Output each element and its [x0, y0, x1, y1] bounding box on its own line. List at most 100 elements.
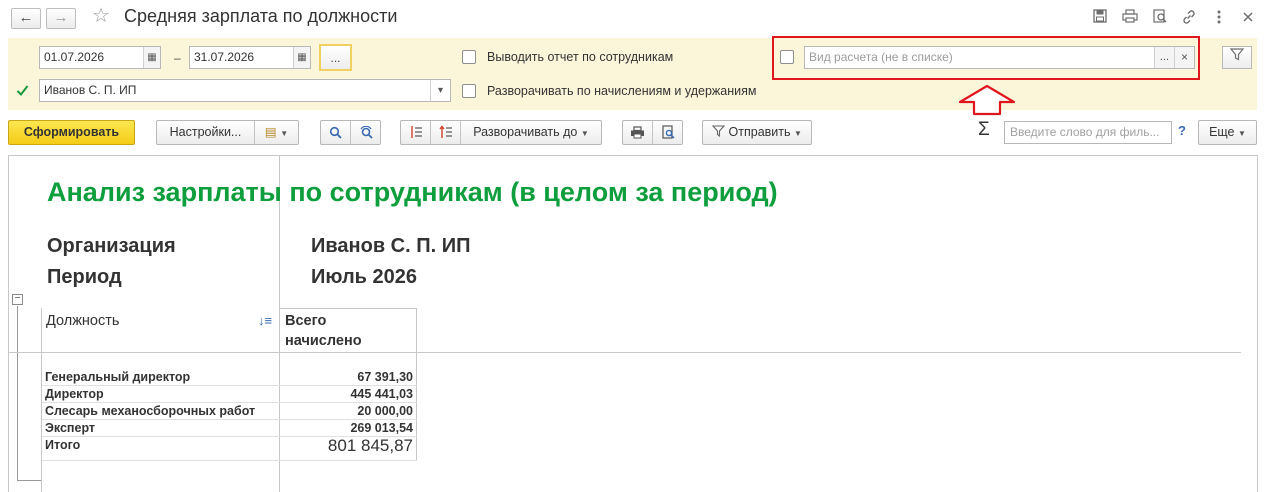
column-header-total-line2: начислено	[285, 333, 362, 349]
search-group	[320, 120, 381, 145]
table-row[interactable]: Генеральный директор 67 391,30	[42, 369, 417, 386]
row-total-value: 445 441,03	[350, 387, 413, 401]
collapse-group-toggle[interactable]: −	[12, 294, 23, 305]
print-group	[622, 120, 683, 145]
calendar-from-button[interactable]: ▦	[143, 47, 160, 68]
calendar-icon: ▦	[147, 52, 157, 63]
header-separator-line	[9, 352, 1241, 353]
settings-button[interactable]: Настройки...	[157, 121, 255, 144]
up-arrow-icon	[958, 84, 1016, 116]
chevron-down-icon: ▾	[437, 85, 444, 96]
search-input[interactable]: Введите слово для филь...	[1004, 121, 1172, 144]
table-row[interactable]: Директор 445 441,03	[42, 386, 417, 403]
print-preview-icon	[661, 125, 675, 139]
print-button[interactable]	[623, 121, 653, 144]
period-label: Период	[47, 266, 122, 288]
expand-to-label: Разворачивать до	[473, 125, 578, 139]
table-row[interactable]: Слесарь механосборочных работ 20 000,00	[42, 403, 417, 420]
chevron-down-icon: ▼	[1238, 129, 1246, 138]
print-preview-button[interactable]	[653, 121, 683, 144]
row-position-name: Слесарь механосборочных работ	[45, 404, 256, 418]
forward-button[interactable]: →	[46, 8, 76, 29]
search-next-icon	[360, 125, 373, 139]
date-separator: –	[174, 51, 181, 65]
window-title: Средняя зарплата по должности	[124, 6, 398, 26]
report-title: Анализ зарплаты по сотрудникам (в целом …	[47, 177, 778, 207]
preview-icon[interactable]	[1151, 9, 1169, 27]
report-spreadsheet[interactable]: − Анализ зарплаты по сотрудникам (в цело…	[8, 155, 1258, 492]
group-bracket-line	[17, 480, 41, 481]
save-icon[interactable]	[1091, 9, 1109, 27]
table-row[interactable]: Эксперт 269 013,54	[42, 420, 417, 437]
show-by-employees-checkbox[interactable]	[462, 50, 476, 64]
expand-levels-button[interactable]	[431, 121, 461, 144]
date-to-field[interactable]: 31.07.2026 ▦	[189, 46, 311, 69]
row-position-name: Генеральный директор	[45, 370, 191, 384]
search-icon	[329, 126, 342, 139]
link-icon[interactable]	[1180, 9, 1198, 27]
column-header-position[interactable]: Должность	[46, 313, 119, 329]
arrow-right-icon: →	[53, 9, 69, 26]
grouping-group: Разворачивать до ▼	[400, 120, 602, 145]
more-vert-icon[interactable]	[1210, 9, 1228, 27]
expand-accruals-label: Разворачивать по начислениям и удержания…	[487, 84, 757, 98]
print-icon	[631, 126, 644, 139]
checkmark-icon	[16, 85, 29, 97]
total-value: 801 845,87	[327, 436, 413, 455]
date-from-field[interactable]: 01.07.2026 ▦	[39, 46, 161, 69]
chevron-down-icon: ▼	[280, 129, 289, 138]
organization-checkbox[interactable]	[16, 84, 29, 97]
row-total-value: 269 013,54	[350, 421, 413, 435]
organization-field[interactable]: Иванов С. П. ИП ▾	[39, 79, 451, 102]
favorite-star-icon[interactable]: ☆	[92, 5, 110, 27]
highlight-box	[772, 36, 1200, 80]
expand-accruals-checkbox[interactable]	[462, 84, 476, 98]
generate-button[interactable]: Сформировать	[8, 120, 135, 145]
row-total-value: 20 000,00	[357, 404, 413, 418]
arrow-left-icon: ←	[18, 9, 34, 26]
sort-icon[interactable]: ↓≡	[258, 313, 272, 328]
row-position-name: Эксперт	[45, 421, 96, 435]
column-header-total[interactable]: Всего начислено	[285, 311, 362, 351]
total-row[interactable]: Итого 801 845,87	[42, 436, 417, 459]
more-button[interactable]: Еще ▼	[1198, 120, 1257, 145]
date-from-value: 01.07.2026	[44, 50, 105, 64]
expand-to-button[interactable]: Разворачивать до ▼	[461, 121, 601, 144]
total-label: Итого	[45, 438, 81, 452]
filter-button[interactable]	[1222, 46, 1252, 69]
date-to-value: 31.07.2026	[194, 50, 255, 64]
grid-line	[42, 460, 417, 461]
organization-value: Иванов С. П. ИП	[44, 83, 137, 97]
period-select-button[interactable]: ...	[319, 44, 352, 71]
organization-value: Иванов С. П. ИП	[311, 235, 471, 257]
print-icon[interactable]	[1121, 9, 1139, 27]
variants-button[interactable]: ▤ ▼	[255, 121, 298, 144]
send-button[interactable]: Отправить ▼	[702, 120, 812, 145]
group-bracket-line	[17, 306, 18, 481]
row-position-name: Директор	[45, 387, 104, 401]
chevron-down-icon: ▼	[580, 129, 589, 138]
send-label: Отправить	[728, 125, 791, 139]
calendar-icon: ▦	[297, 52, 307, 63]
send-icon	[711, 125, 726, 138]
expand-levels-icon	[438, 125, 452, 138]
funnel-icon	[1229, 48, 1245, 61]
sigma-icon[interactable]: Σ	[978, 119, 990, 141]
help-link[interactable]: ?	[1178, 123, 1186, 138]
find-next-button[interactable]	[351, 121, 381, 144]
find-button[interactable]	[321, 121, 351, 144]
title-bar: ← → ☆ Средняя зарплата по должности	[0, 0, 1268, 36]
organization-label: Организация	[47, 235, 176, 257]
organization-dropdown-button[interactable]: ▾	[430, 80, 450, 101]
more-label: Еще	[1209, 125, 1235, 139]
clipboard-icon: ▤	[264, 125, 277, 139]
calendar-to-button[interactable]: ▦	[293, 47, 310, 68]
back-button[interactable]: ←	[11, 8, 41, 29]
chevron-down-icon: ▼	[794, 129, 802, 138]
show-by-employees-label: Выводить отчет по сотрудникам	[487, 50, 674, 64]
close-icon[interactable]	[1239, 9, 1257, 27]
column-header-total-line1: Всего	[285, 313, 327, 329]
collapse-levels-button[interactable]	[401, 121, 431, 144]
settings-group: Настройки... ▤ ▼	[156, 120, 299, 145]
row-total-value: 67 391,30	[357, 370, 413, 384]
